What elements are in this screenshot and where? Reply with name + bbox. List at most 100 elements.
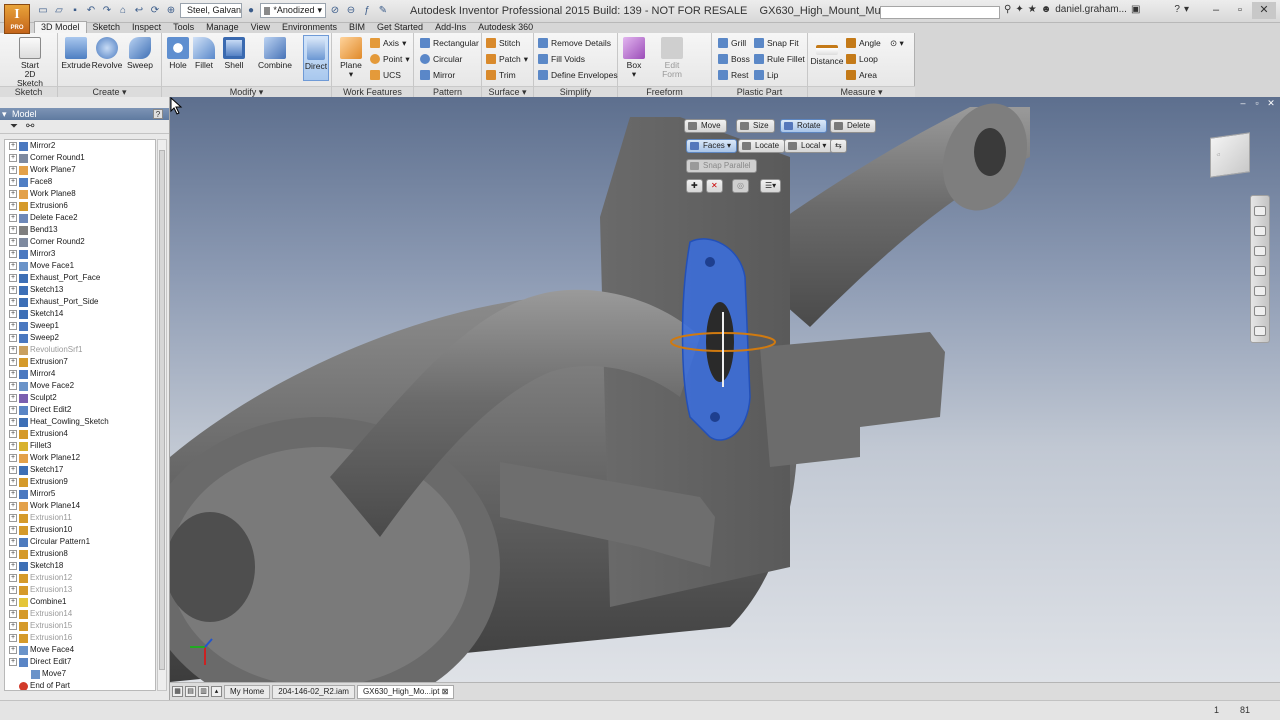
tree-item[interactable]: End of Part	[5, 680, 155, 690]
material-dropdown[interactable]: Steel, Galvani▾	[180, 3, 242, 18]
panel-label-measure[interactable]: Measure ▾	[808, 86, 915, 97]
tree-item[interactable]: + Corner Round1	[5, 152, 155, 164]
locate-button[interactable]: Locate	[738, 139, 786, 153]
extrude-button[interactable]: Extrude	[60, 35, 92, 70]
chevron-down-icon[interactable]: ▾	[1184, 4, 1189, 15]
tree-item[interactable]: + Mirror5	[5, 488, 155, 500]
binoculars-icon[interactable]: ⚲	[1004, 4, 1011, 15]
panel-label-modify[interactable]: Modify ▾	[162, 86, 331, 97]
plane-button[interactable]: Plane ▾	[335, 35, 367, 79]
expand-icon[interactable]: +	[9, 430, 17, 438]
tree-item[interactable]: + Bend13	[5, 224, 155, 236]
star-icon[interactable]: ★	[1028, 4, 1037, 15]
faces-dropdown[interactable]: Faces ▾	[686, 139, 738, 153]
help-search-input[interactable]	[880, 6, 1000, 19]
rectangular-pattern-button[interactable]: Rectangular	[420, 36, 479, 50]
cancel-icon[interactable]: ✕	[706, 179, 723, 193]
sweep-button[interactable]: Sweep	[124, 35, 156, 70]
trim-button[interactable]: Trim	[486, 68, 516, 82]
app-logo[interactable]: I PRO	[4, 4, 30, 34]
expand-icon[interactable]: +	[9, 550, 17, 558]
expand-icon[interactable]: +	[9, 454, 17, 462]
measure-icon[interactable]: ⊖	[344, 4, 358, 18]
tab-assembly[interactable]: 204-146-02_R2.iam	[272, 684, 355, 699]
ribbon-options-button[interactable]: ⊙ ▾	[890, 36, 904, 50]
tree-item[interactable]: + Direct Edit7	[5, 656, 155, 668]
tree-item[interactable]: + Exhaust_Port_Face	[5, 272, 155, 284]
expand-icon[interactable]: +	[9, 166, 17, 174]
edit-form-button[interactable]: Edit Form	[656, 35, 688, 79]
scrollbar-thumb[interactable]	[159, 150, 165, 670]
orbit-icon[interactable]	[1254, 266, 1266, 276]
browser-header[interactable]: ▾ Model?	[0, 108, 169, 120]
tile-icon[interactable]: ▦	[172, 686, 183, 697]
new-icon[interactable]: ▭	[36, 4, 50, 18]
remove-details-button[interactable]: Remove Details	[538, 36, 611, 50]
expand-icon[interactable]: +	[9, 562, 17, 570]
tree-item[interactable]: + Extrusion6	[5, 200, 155, 212]
rule-fillet-button[interactable]: Rule Fillet	[754, 52, 805, 66]
tree-item[interactable]: + Extrusion14	[5, 608, 155, 620]
expand-icon[interactable]: +	[9, 466, 17, 474]
tree-item[interactable]: + Delete Face2	[5, 212, 155, 224]
fx-icon[interactable]: ƒ	[360, 4, 374, 18]
tree-item[interactable]: + Move Face4	[5, 644, 155, 656]
size-button[interactable]: Size	[736, 119, 775, 133]
mirror-button[interactable]: Mirror	[420, 68, 455, 82]
expand-icon[interactable]: +	[9, 490, 17, 498]
panel-label-surface[interactable]: Surface ▾	[482, 86, 533, 97]
ucs-button[interactable]: UCS	[370, 68, 401, 82]
expand-icon[interactable]: +	[9, 658, 17, 666]
tree-item[interactable]: + Mirror4	[5, 368, 155, 380]
expand-icon[interactable]: +	[9, 406, 17, 414]
expand-icon[interactable]: +	[9, 586, 17, 594]
tree-item[interactable]: + Move Face1	[5, 260, 155, 272]
shell-button[interactable]: Shell	[218, 35, 250, 70]
tree-item[interactable]: + Sweep2	[5, 332, 155, 344]
sketch-icon[interactable]: ✎	[376, 4, 390, 18]
start-2d-sketch-button[interactable]: Start 2D Sketch	[14, 35, 46, 88]
box-button[interactable]: Box ▾	[618, 35, 650, 79]
options-icon[interactable]: ☰▾	[760, 179, 782, 193]
expand-icon[interactable]: +	[9, 274, 17, 282]
expand-icon[interactable]: +	[9, 394, 17, 402]
expand-icon[interactable]: +	[9, 346, 17, 354]
appearance-dropdown[interactable]: *Anodized ▾	[260, 3, 326, 18]
more-icon[interactable]: ◎	[732, 179, 749, 193]
snap-icon[interactable]: ⇆	[830, 139, 847, 153]
tree-item[interactable]: + Exhaust_Port_Side	[5, 296, 155, 308]
expand-icon[interactable]: +	[9, 370, 17, 378]
tree-item[interactable]: + Heat_Cowling_Sketch	[5, 416, 155, 428]
tree-item[interactable]: + Mirror3	[5, 248, 155, 260]
lip-button[interactable]: Lip	[754, 68, 778, 82]
point-button[interactable]: Point ▾	[370, 52, 410, 66]
view-face-icon[interactable]	[1254, 306, 1266, 316]
look-at-icon[interactable]	[1254, 286, 1266, 296]
stitch-button[interactable]: Stitch	[486, 36, 520, 50]
tree-item[interactable]: + Sketch17	[5, 464, 155, 476]
update-icon[interactable]: ⟳	[148, 4, 162, 18]
save-icon[interactable]: ▪	[68, 4, 82, 18]
graphics-viewport[interactable]: Move Size Rotate Delete Faces ▾ Locate L…	[170, 97, 1280, 682]
expand-icon[interactable]: +	[9, 418, 17, 426]
define-envelopes-button[interactable]: Define Envelopes	[538, 68, 618, 82]
tree-item[interactable]: + RevolutionSrf1	[5, 344, 155, 356]
angle-button[interactable]: Angle	[846, 36, 881, 50]
appearance-icon[interactable]: ●	[244, 4, 258, 18]
viewport-minimize-icon[interactable]: –	[1237, 99, 1249, 109]
expand-icon[interactable]: +	[9, 622, 17, 630]
distance-button[interactable]: Distance	[810, 35, 844, 66]
open-icon[interactable]: ▱	[52, 4, 66, 18]
browser-scrollbar[interactable]	[157, 139, 167, 691]
tree-item[interactable]: + Extrusion15	[5, 620, 155, 632]
snap-fit-button[interactable]: Snap Fit	[754, 36, 799, 50]
expand-icon[interactable]: +	[9, 538, 17, 546]
expand-icon[interactable]: +	[9, 262, 17, 270]
viewport-close-icon[interactable]: ✕	[1265, 99, 1277, 109]
user-icon[interactable]: ☻	[1041, 4, 1052, 15]
return-icon[interactable]: ↩	[132, 4, 146, 18]
tab-my-home[interactable]: My Home	[224, 684, 271, 699]
expand-icon[interactable]: +	[9, 442, 17, 450]
expand-icon[interactable]: +	[9, 226, 17, 234]
expand-icon[interactable]: +	[9, 142, 17, 150]
